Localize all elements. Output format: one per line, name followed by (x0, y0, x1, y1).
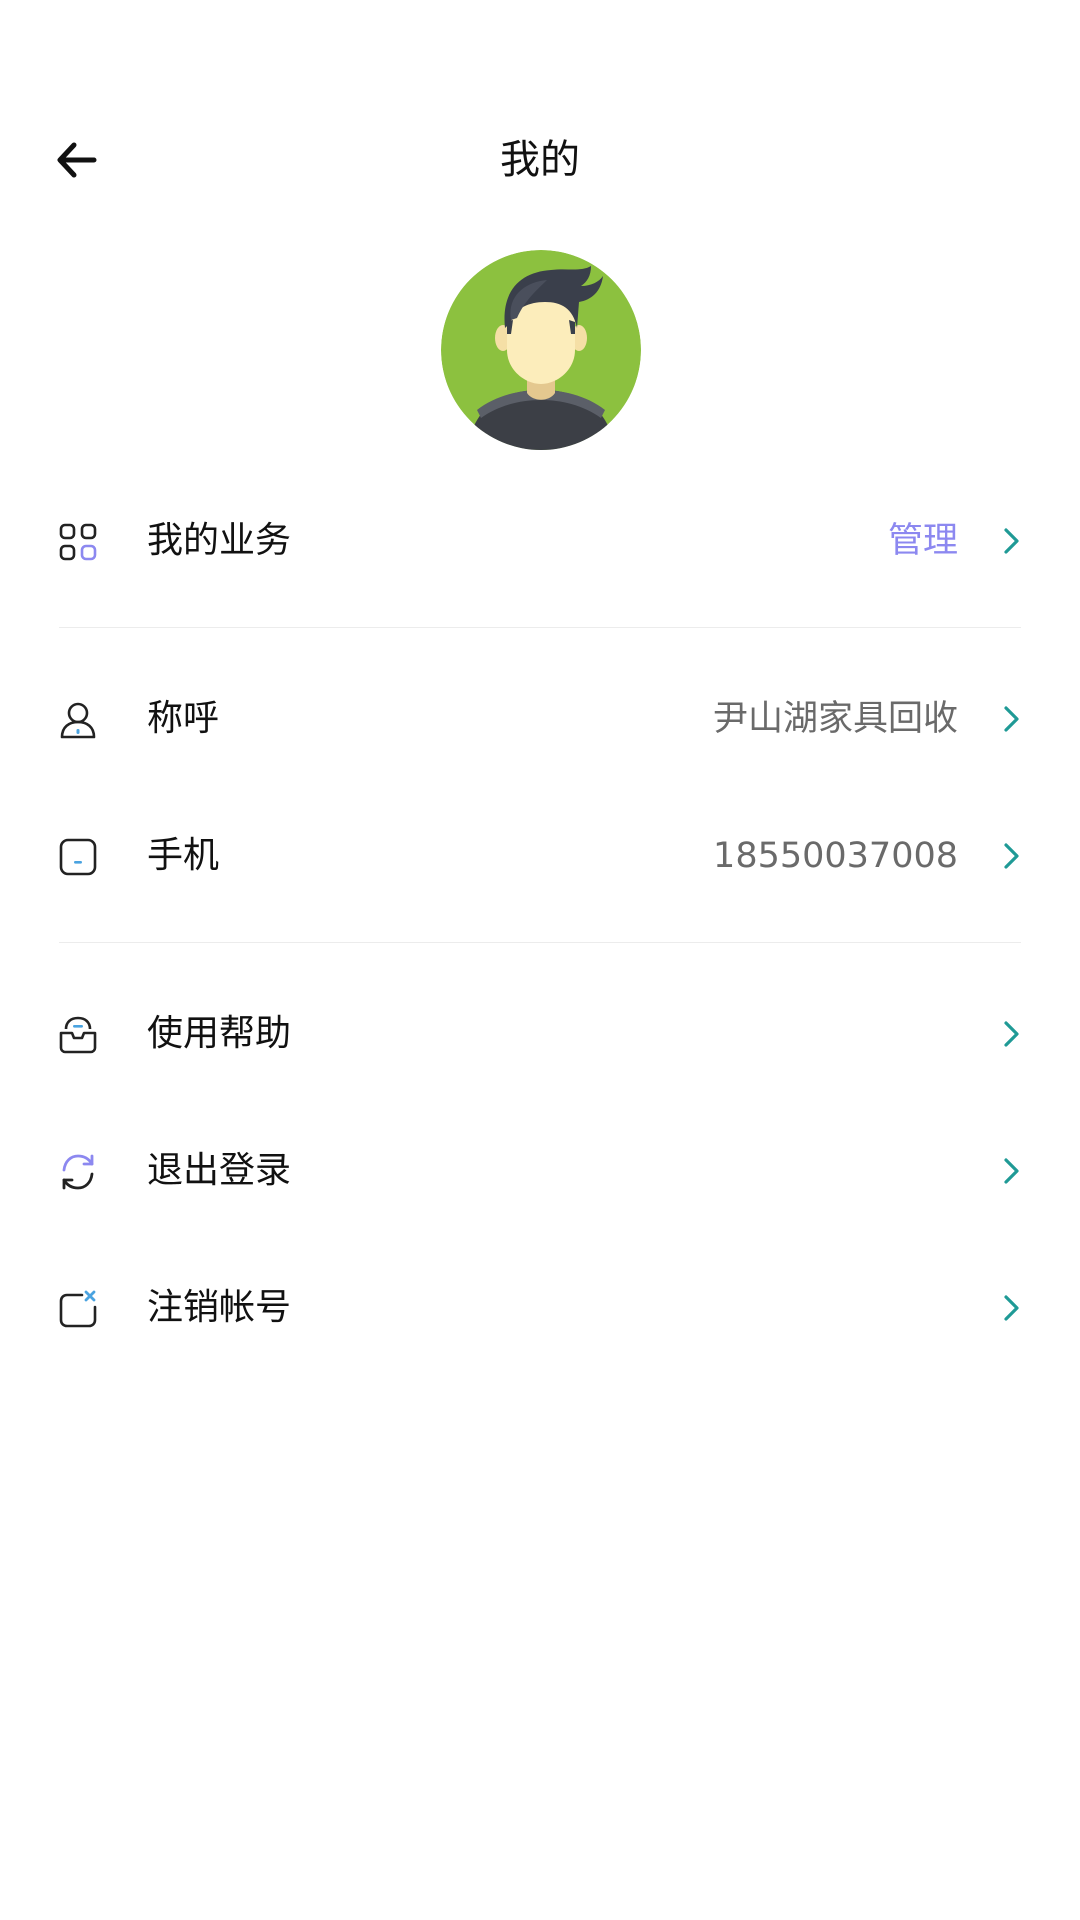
user-icon (60, 702, 96, 739)
phone-value: 18550037008 (713, 836, 958, 876)
menu-item-nickname[interactable]: 称呼 尹山湖家具回收 (0, 653, 1080, 783)
phone-icon (59, 838, 97, 876)
grid-icon (59, 523, 97, 561)
close-account-icon (59, 1290, 97, 1328)
manage-link[interactable]: 管理 (888, 515, 958, 567)
menu-item-deactivate-account[interactable]: 注销帐号 (0, 1242, 1080, 1372)
chevron-right-icon (1004, 528, 1019, 554)
user-avatar-icon (441, 250, 641, 450)
page-title: 我的 (500, 137, 580, 183)
menu-item-label: 使用帮助 (147, 1013, 292, 1054)
header: 我的 (0, 110, 1080, 210)
menu-item-label: 我的业务 (147, 520, 292, 561)
menu-item-my-business[interactable]: 我的业务 管理 (0, 475, 1080, 605)
chevron-right-icon (1004, 843, 1019, 869)
help-inbox-icon (59, 1016, 97, 1054)
chevron-right-icon (1004, 1158, 1019, 1184)
chevron-right-icon (1004, 706, 1019, 732)
menu-item-label: 称呼 (147, 698, 220, 739)
menu-item-label: 注销帐号 (147, 1287, 292, 1328)
menu-item-logout[interactable]: 退出登录 (0, 1105, 1080, 1235)
chevron-right-icon (1004, 1021, 1019, 1047)
divider (59, 627, 1021, 628)
divider (59, 942, 1021, 943)
avatar[interactable] (441, 250, 641, 450)
chevron-right-icon (1004, 1295, 1019, 1321)
menu-item-phone[interactable]: 手机 18550037008 (0, 790, 1080, 920)
menu-item-help[interactable]: 使用帮助 (0, 968, 1080, 1098)
menu-item-label: 退出登录 (147, 1150, 292, 1191)
refresh-icon (62, 1154, 94, 1190)
menu-item-label: 手机 (147, 835, 220, 876)
nickname-value: 尹山湖家具回收 (712, 699, 958, 739)
